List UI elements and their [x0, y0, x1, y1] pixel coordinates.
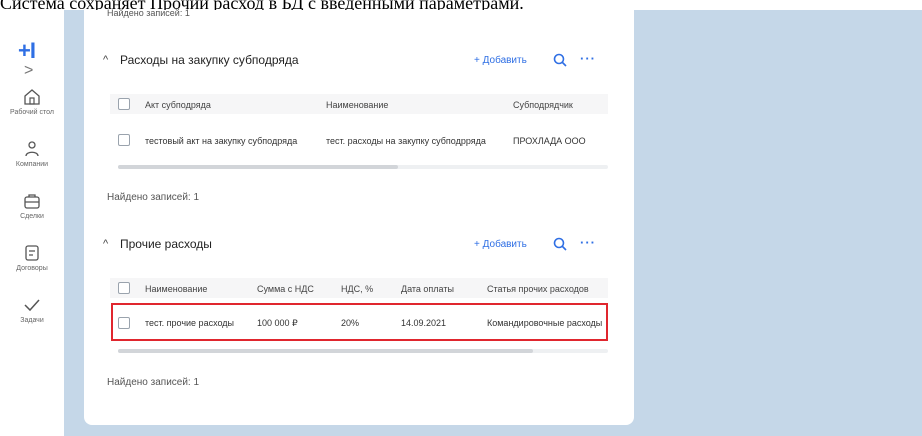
sidebar-item-label: Договоры: [16, 265, 48, 272]
main-card: [84, 10, 634, 425]
sidebar-item-label: Рабочий стол: [10, 109, 54, 116]
section-title: Расходы на закупку субподряда: [120, 53, 299, 67]
add-button[interactable]: + Добавить: [474, 239, 527, 250]
table-cell[interactable]: 20%: [341, 318, 359, 328]
collapse-chevron-icon[interactable]: ^: [103, 54, 108, 66]
people-icon: [25, 141, 39, 157]
sidebar-item-deals[interactable]: Сделки: [0, 192, 64, 220]
collapse-chevron-icon[interactable]: ^: [103, 238, 108, 250]
search-icon[interactable]: [553, 237, 567, 251]
table-cell[interactable]: тест. расходы на закупку субподрряда: [326, 136, 486, 146]
sidebar: +I > Рабочий стол Компании Сделки Догово…: [0, 10, 64, 436]
briefcase-icon: [24, 194, 40, 209]
column-header[interactable]: Наименование: [145, 284, 207, 294]
column-header[interactable]: Сумма с НДС: [257, 284, 314, 294]
sidebar-item-label: Сделки: [20, 213, 44, 220]
table-cell[interactable]: 100 000 ₽: [257, 318, 298, 329]
check-icon: [24, 299, 40, 312]
more-menu-icon[interactable]: ···: [580, 235, 596, 250]
sidebar-item-tasks[interactable]: Задачи: [0, 296, 64, 324]
scrollbar-thumb[interactable]: [118, 165, 398, 169]
records-count: Найдено записей: 1: [107, 377, 200, 388]
more-menu-icon[interactable]: ···: [580, 51, 596, 66]
section-title: Прочие расходы: [120, 237, 212, 251]
column-header[interactable]: Акт субподряда: [145, 100, 211, 110]
sidebar-item-desktop[interactable]: Рабочий стол: [0, 88, 64, 116]
records-count: Найдено записей: 1: [107, 8, 190, 18]
scrollbar-thumb[interactable]: [118, 349, 533, 353]
table-cell[interactable]: ПРОХЛАДА ООО: [513, 136, 586, 146]
select-all-checkbox[interactable]: [118, 98, 130, 110]
document-icon: [25, 245, 39, 261]
sidebar-item-contracts[interactable]: Договоры: [0, 244, 64, 272]
add-button[interactable]: + Добавить: [474, 55, 527, 66]
column-header[interactable]: Наименование: [326, 100, 388, 110]
search-icon[interactable]: [553, 53, 567, 67]
table-cell[interactable]: тестовый акт на закупку субподряда: [145, 136, 297, 146]
table-cell[interactable]: 14.09.2021: [401, 318, 446, 328]
app-logo[interactable]: +I: [18, 38, 36, 64]
expand-sidebar-button[interactable]: >: [24, 62, 33, 80]
sidebar-item-label: Компании: [15, 161, 49, 168]
select-all-checkbox[interactable]: [118, 282, 130, 294]
column-header[interactable]: Субподрядчик: [513, 100, 573, 110]
column-header[interactable]: НДС, %: [341, 284, 373, 294]
sidebar-item-label: Задачи: [20, 317, 44, 324]
table-cell[interactable]: Командировочные расходы: [487, 318, 604, 328]
row-checkbox[interactable]: [118, 317, 130, 329]
sidebar-item-companies[interactable]: Компании: [0, 140, 64, 168]
row-checkbox[interactable]: [118, 134, 130, 146]
column-header[interactable]: Дата оплаты: [401, 284, 454, 294]
column-header[interactable]: Статья прочих расходов: [487, 284, 589, 294]
records-count: Найдено записей: 1: [107, 192, 200, 203]
home-icon: [24, 89, 40, 105]
table-cell[interactable]: тест. прочие расходы: [145, 318, 234, 328]
